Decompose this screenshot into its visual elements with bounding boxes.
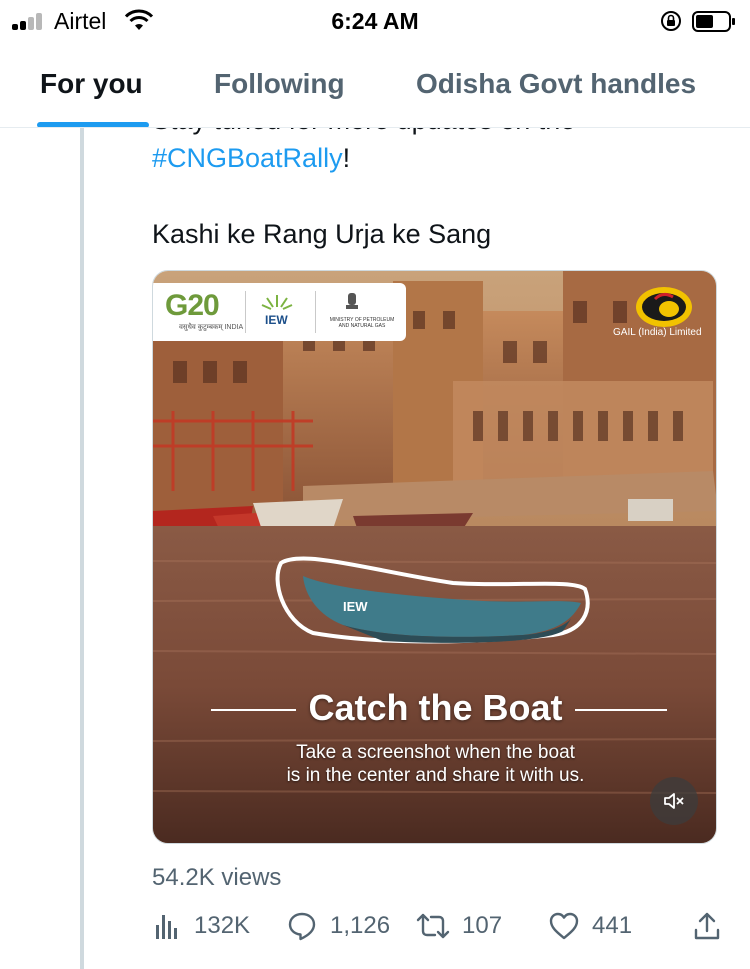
like-count: 441 xyxy=(592,912,633,939)
g20-tagline: वसुधैव कुटुम्बकम् INDIA xyxy=(179,324,244,331)
iew-logo-text: IEW xyxy=(265,313,288,327)
analytics-icon xyxy=(156,915,177,939)
g20-logo: G20 xyxy=(165,289,220,322)
clock: 6:24 AM xyxy=(331,8,419,34)
battery-icon xyxy=(692,11,735,32)
tweet-actions: 132K 1,126 107 441 xyxy=(152,906,732,950)
view-count: 54.2K views xyxy=(152,864,282,891)
video-subtext-line: Take a screenshot when the boat xyxy=(296,742,575,763)
gail-company-name: GAIL (India) Limited xyxy=(613,327,702,338)
video-subtext: Take a screenshot when the boat is in th… xyxy=(153,741,716,787)
tab-odisha-govt-handles[interactable]: Odisha Govt handles xyxy=(416,68,696,100)
tab-for-you[interactable]: For you xyxy=(40,68,143,100)
reply-icon xyxy=(288,912,316,941)
tweet-video[interactable]: G20 वसुधैव कुटुम्बकम् INDIA IEW MINISTRY… xyxy=(152,270,717,844)
hashtag-suffix: ! xyxy=(342,143,351,173)
like-button[interactable]: 441 xyxy=(548,906,632,946)
heart-icon xyxy=(549,912,579,940)
video-headline: Catch the Boat xyxy=(308,687,563,728)
logo-divider xyxy=(245,291,246,333)
retweet-button[interactable]: 107 xyxy=(416,906,502,946)
logo-divider xyxy=(315,291,316,333)
gail-logo-icon xyxy=(636,287,692,327)
timeline-tabs: For you Following Odisha Govt handles xyxy=(0,44,750,128)
speaker-muted-icon xyxy=(664,793,684,809)
analytics-button[interactable]: 132K xyxy=(152,906,250,946)
boat-iew-label: IEW xyxy=(343,599,368,614)
sponsor-logos-panel: G20 वसुधैव कुटुम्बकम् INDIA IEW MINISTRY… xyxy=(153,283,406,341)
status-bar: Airtel 6:24 AM xyxy=(0,0,750,44)
orientation-lock-icon xyxy=(661,11,681,31)
video-subtext-line: is in the center and share it with us. xyxy=(286,765,585,786)
ministry-name: MINISTRY OF PETROLEUM AND NATURAL GAS xyxy=(329,317,395,329)
tweet-text-hashtag-line: #CNGBoatRally! xyxy=(152,143,350,174)
tweet-text-line: Kashi ke Rang Urja ke Sang xyxy=(152,219,492,249)
national-emblem-icon xyxy=(346,293,358,309)
mute-button[interactable] xyxy=(650,777,698,825)
thread-line xyxy=(80,128,84,969)
reply-button[interactable]: 1,126 xyxy=(286,906,390,946)
analytics-count: 132K xyxy=(194,912,251,939)
tabs-divider xyxy=(0,127,750,128)
share-icon xyxy=(694,912,720,940)
tab-following[interactable]: Following xyxy=(214,68,345,100)
share-button[interactable] xyxy=(692,906,722,946)
reply-count: 1,126 xyxy=(330,912,391,939)
retweet-icon xyxy=(416,913,450,939)
hashtag-link[interactable]: #CNGBoatRally xyxy=(152,143,343,173)
retweet-count: 107 xyxy=(462,912,503,939)
